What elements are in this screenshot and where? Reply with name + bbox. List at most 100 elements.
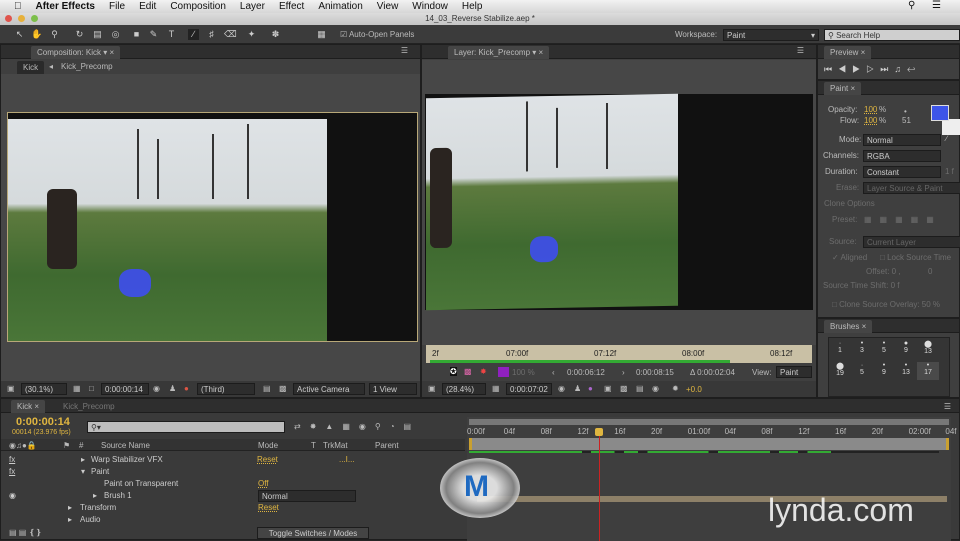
puppet-pin-tool-icon[interactable]: ✽ (270, 29, 281, 40)
current-time-indicator[interactable] (599, 429, 600, 541)
apple-icon[interactable]:  (14, 1, 22, 12)
clone-overlay-checkbox[interactable]: □ Clone Source Overlay: 50 % (832, 300, 940, 309)
auto-open-panels-checkbox[interactable]: ☑ Auto-Open Panels (340, 30, 414, 39)
hand-tool-icon[interactable]: ✋ (31, 29, 42, 40)
roto-brush-tool-icon[interactable]: ✦ (246, 29, 257, 40)
brush-preset-selected[interactable]: • 17 (917, 362, 939, 380)
offset-x[interactable]: Offset: 0 , (866, 267, 901, 276)
layer-property-row[interactable]: Paint on Transparent Off (1, 478, 465, 490)
first-frame-icon[interactable]: ⏮ (824, 64, 838, 74)
time-ruler[interactable]: 0:00f 04f 08f 12f 16f 20f 01:00f 04f 08f 12f 16f 20… (467, 426, 957, 438)
opacity-value[interactable]: 100 (864, 105, 877, 114)
workspace-select[interactable]: Paint ▾ (723, 29, 819, 41)
magnification-select[interactable]: (28.4%) (442, 383, 486, 395)
panel-menu-icon[interactable]: ☰ (944, 402, 951, 411)
breadcrumb-kick-precomp[interactable]: Kick_Precomp (61, 62, 113, 71)
mode-select[interactable]: Normal (863, 134, 941, 146)
snapshot-icon[interactable]: ◉ (153, 384, 160, 393)
toggle-viewer-icon[interactable]: ▣ (7, 384, 15, 393)
layer-property-row[interactable]: ▸ Transform Reset (1, 502, 465, 514)
brush-preset[interactable]: · 5 (851, 362, 873, 380)
breadcrumb-kick[interactable]: Kick (17, 61, 45, 74)
resolution-select[interactable]: (Third) (197, 383, 255, 395)
source-select[interactable]: Current Layer (863, 236, 960, 248)
foreground-color-swatch[interactable] (931, 105, 949, 121)
loop-icon[interactable]: ↩ (907, 64, 921, 74)
transparency-grid-icon[interactable]: ▩ (279, 384, 287, 393)
offset-y[interactable]: 0 (928, 267, 932, 276)
menu-composition[interactable]: Composition (170, 1, 226, 12)
next-frame-icon[interactable]: ▷ (866, 64, 880, 74)
clone-preset-buttons[interactable]: ▦▦▦▦▦ (864, 215, 942, 224)
layer-duration-bar[interactable] (469, 438, 949, 450)
column-parent[interactable]: Parent (375, 441, 399, 450)
search-help-input[interactable]: ⚲ Search Help (824, 29, 960, 41)
close-window-button[interactable] (5, 15, 12, 22)
background-color-swatch[interactable] (942, 119, 960, 135)
set-in-point-icon[interactable]: ‹ (552, 368, 555, 377)
show-snapshot-icon[interactable]: ♟ (574, 384, 581, 393)
eraser-tool-icon[interactable]: ⌫ (224, 29, 237, 40)
work-area-bar[interactable] (469, 419, 949, 425)
aligned-checkbox[interactable]: ✓ Aligned (832, 253, 867, 262)
tab-layer-kick-precomp[interactable]: Layer: Kick_Precomp ▾ × (448, 46, 550, 59)
menu-app[interactable]: After Effects (36, 1, 95, 12)
tab-paint[interactable]: Paint × (824, 82, 862, 95)
minimize-window-button[interactable] (18, 15, 25, 22)
zoom-tool-icon[interactable]: ⚲ (49, 29, 60, 40)
tab-timeline-kick-precomp[interactable]: Kick_Precomp (57, 400, 121, 413)
last-frame-icon[interactable]: ⏭ (880, 64, 894, 74)
timeline-current-time[interactable]: 0:00:00:14 (16, 416, 70, 428)
text-tool-icon[interactable]: T (166, 29, 177, 40)
rectangle-tool-icon[interactable]: ■ (131, 29, 142, 40)
exposure-icon[interactable]: ✹ (672, 384, 679, 393)
layer-property-row[interactable]: fx ▾ Paint (1, 466, 465, 478)
view-select[interactable]: Paint (776, 366, 812, 378)
zoom-window-button[interactable] (31, 15, 38, 22)
rotate-tool-icon[interactable]: ↻ (74, 29, 85, 40)
brush-preset[interactable]: ⬤ 13 (917, 340, 939, 358)
clone-stamp-tool-icon[interactable]: ♯ (206, 29, 217, 40)
pen-tool-icon[interactable]: ✎ (148, 29, 159, 40)
3d-view-icon[interactable]: ▤ (636, 384, 644, 393)
tab-preview[interactable]: Preview × (824, 46, 872, 59)
audio-icon[interactable]: ♫ (894, 64, 907, 74)
spotlight-icon[interactable]: ⚲ (908, 0, 915, 11)
pan-behind-tool-icon[interactable]: ◎ (110, 29, 121, 40)
out-point[interactable]: 0:00:08:15 (636, 368, 674, 377)
play-icon[interactable]: ▶ (852, 64, 866, 74)
tab-composition-kick[interactable]: Composition: Kick ▾ × (31, 46, 121, 59)
toggle-switches-modes-button[interactable]: Toggle Switches / Modes (257, 527, 369, 539)
menu-file[interactable]: File (109, 1, 125, 12)
source-time-shift[interactable]: Source Time Shift: 0 f (823, 281, 899, 290)
timeline-switches[interactable]: ⇄✸▲▦◉⚲◔▤ (294, 422, 420, 431)
panel-menu-icon[interactable]: ☰ (401, 46, 408, 55)
tab-timeline-kick[interactable]: Kick × (11, 400, 46, 413)
grid-icon[interactable]: ▦ (492, 384, 500, 393)
layer-property-row[interactable]: fx ▸ Warp Stabilizer VFX Reset ...I... (1, 454, 465, 466)
brush-preset[interactable]: • 3 (851, 340, 873, 358)
composition-viewer[interactable] (1, 74, 420, 381)
camera-tool-icon[interactable]: ▤ (92, 29, 103, 40)
column-trkmat[interactable]: TrkMat (323, 441, 348, 450)
playhead-handle[interactable] (595, 428, 603, 436)
column-mode[interactable]: Mode (258, 441, 278, 450)
lock-source-time-checkbox[interactable]: □ Lock Source Time (880, 253, 951, 262)
toggle-viewer-icon[interactable]: ▣ (428, 384, 436, 393)
menu-help[interactable]: Help (462, 1, 483, 12)
channels-select[interactable]: RGBA (863, 150, 941, 162)
current-time-field[interactable]: 0:00:07:02 (506, 383, 552, 395)
menu-window[interactable]: Window (412, 1, 448, 12)
onion-skin-icon[interactable]: ✪ (450, 367, 457, 376)
draft-3d-icon[interactable]: ◉ (652, 384, 659, 393)
exposure-value[interactable]: +0.0 (686, 385, 702, 394)
brush-preset[interactable]: · 1 (829, 340, 851, 358)
tab-brushes[interactable]: Brushes × (824, 320, 873, 333)
timeline-search-input[interactable]: ⚲▾ (87, 421, 285, 433)
brush-tool-icon[interactable]: ∕ (188, 29, 199, 40)
layer-property-row[interactable]: ▸ Audio (1, 514, 465, 526)
layer-time-ruler[interactable]: 2f 07:00f 07:12f 08:00f 08:12f (426, 345, 812, 363)
layer-property-row[interactable]: ◉ ▸ Brush 1 Normal (1, 490, 465, 502)
show-channel-icon[interactable]: ▩ (464, 367, 472, 376)
channel-icon[interactable]: ● (184, 384, 189, 393)
